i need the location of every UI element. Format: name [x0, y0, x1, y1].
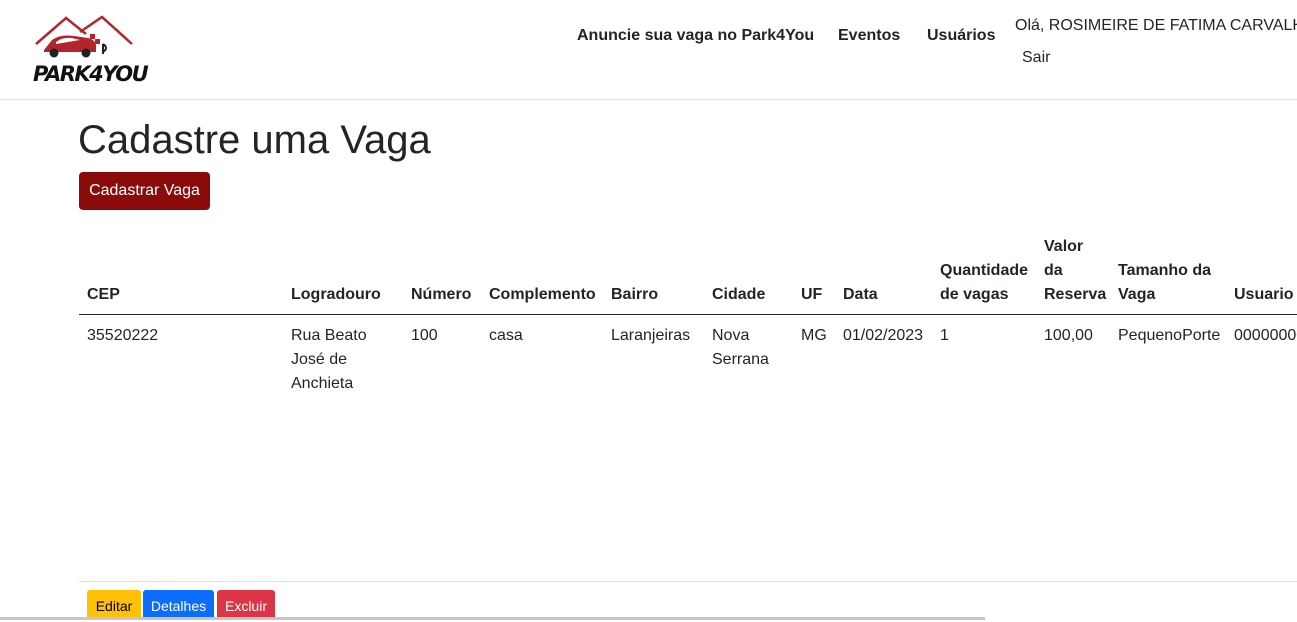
header-cidade: Cidade [712, 286, 766, 303]
header-bairro: Bairro [611, 286, 659, 303]
header-quantidade-line: de vagas [940, 286, 1009, 303]
user-greeting: Olá, ROSIMEIRE DE FATIMA CARVALHO [1015, 17, 1297, 34]
cell-valor: 100,00 [1044, 327, 1093, 344]
park4you-logo[interactable]: PARK4YOU [30, 14, 149, 88]
cell-usuario: 00000000 [1234, 327, 1297, 344]
header-valor: Valor da Reserva [1044, 235, 1106, 307]
cell-logradouro: Rua Beato José de Anchieta [291, 324, 367, 396]
header-uf: UF [801, 286, 823, 303]
header-valor-line: Reserva [1044, 286, 1107, 303]
cell-logradouro-line: José de [291, 351, 348, 368]
cell-uf: MG [801, 327, 827, 344]
nav-link-events[interactable]: Eventos [838, 27, 900, 45]
header-complemento: Complemento [489, 286, 596, 303]
header-quantidade-line: Quantidade [940, 262, 1029, 279]
navbar: PARK4YOU Anuncie sua vaga no Park4You Ev… [0, 0, 1297, 100]
header-valor-line: Valor [1044, 238, 1084, 255]
cell-cidade-line: Serrana [712, 351, 769, 368]
nav-link-users[interactable]: Usuários [927, 27, 995, 45]
header-tamanho-line: Vaga [1118, 286, 1156, 303]
cell-tamanho: PequenoPorte [1118, 327, 1221, 344]
edit-button[interactable]: Editar [87, 590, 141, 620]
delete-button[interactable]: Excluir [217, 590, 275, 620]
header-numero: Número [411, 286, 472, 303]
cell-complemento: casa [489, 327, 523, 344]
nav-link-announce[interactable]: Anuncie sua vaga no Park4You [577, 27, 814, 45]
cell-cidade: Nova Serrana [712, 324, 769, 372]
cell-cidade-line: Nova [712, 327, 750, 344]
table-header-divider [79, 314, 1297, 315]
header-quantidade: Quantidade de vagas [940, 259, 1028, 307]
cell-logradouro-line: Rua Beato [291, 327, 367, 344]
cell-bairro: Laranjeiras [611, 327, 691, 344]
table-row-divider [79, 581, 1297, 582]
cell-data: 01/02/2023 [843, 327, 924, 344]
cell-logradouro-line: Anchieta [291, 375, 354, 392]
cell-quantidade: 1 [940, 327, 949, 344]
page-title: Cadastre uma Vaga [78, 118, 431, 162]
cell-cep: 35520222 [87, 327, 159, 344]
header-valor-line: da [1044, 262, 1063, 279]
cell-numero: 100 [411, 327, 438, 344]
header-logradouro: Logradouro [291, 286, 381, 303]
header-cep: CEP [87, 286, 120, 303]
house-car-icon [35, 15, 133, 58]
header-usuario: Usuario [1234, 286, 1294, 303]
logo-text: PARK4YOU [33, 62, 149, 86]
logout-link[interactable]: Sair [1022, 49, 1050, 67]
header-tamanho: Tamanho da Vaga [1118, 259, 1211, 307]
details-button[interactable]: Detalhes [143, 590, 214, 620]
create-spot-button[interactable]: Cadastrar Vaga [79, 172, 210, 210]
header-data: Data [843, 286, 878, 303]
header-tamanho-line: Tamanho da [1118, 262, 1212, 279]
